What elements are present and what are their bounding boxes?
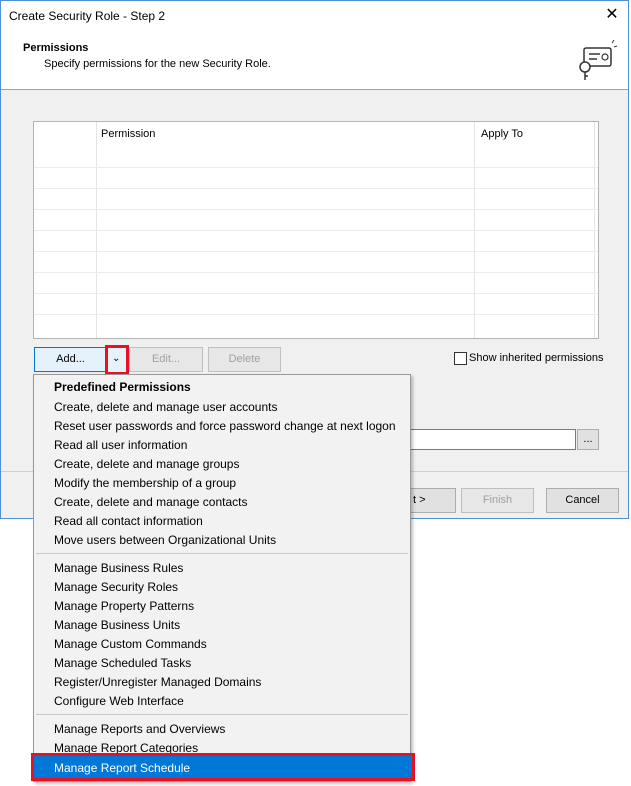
- close-icon[interactable]: ✕: [602, 5, 622, 25]
- permissions-grid[interactable]: Permission Apply To: [33, 121, 599, 339]
- finish-button[interactable]: Finish: [461, 488, 534, 513]
- menu-item[interactable]: Manage Property Patterns: [54, 599, 194, 613]
- grid-header: Permission Apply To: [34, 122, 598, 146]
- menu-item[interactable]: Move users between Organizational Units: [54, 533, 276, 547]
- edit-button[interactable]: Edit...: [129, 347, 203, 372]
- add-dropdown-menu: Predefined Permissions Create, delete an…: [33, 374, 411, 782]
- row-divider: [34, 209, 598, 210]
- menu-item[interactable]: Reset user passwords and force password …: [54, 419, 396, 433]
- add-dropdown-button[interactable]: ⌄: [105, 345, 129, 375]
- menu-separator: [36, 553, 408, 554]
- page-subtitle: Specify permissions for the new Security…: [44, 58, 271, 70]
- menu-item[interactable]: Manage Reports and Overviews: [54, 722, 225, 736]
- security-certificate-icon: [579, 39, 618, 80]
- title-bar: Create Security Role - Step 2 ✕: [1, 1, 628, 31]
- menu-heading: Predefined Permissions: [54, 380, 191, 394]
- delete-button[interactable]: Delete: [208, 347, 281, 372]
- menu-item[interactable]: Create, delete and manage user accounts: [54, 400, 277, 414]
- row-divider: [34, 188, 598, 189]
- menu-item[interactable]: Read all contact information: [54, 514, 203, 528]
- show-inherited-label: Show inherited permissions: [469, 352, 604, 364]
- menu-item[interactable]: Manage Scheduled Tasks: [54, 656, 191, 670]
- row-divider: [34, 272, 598, 273]
- wizard-header: Permissions Specify permissions for the …: [1, 31, 628, 90]
- row-divider: [34, 314, 598, 315]
- row-divider: [34, 230, 598, 231]
- page-title: Permissions: [23, 42, 89, 54]
- column-header-apply-to[interactable]: Apply To: [481, 128, 523, 140]
- menu-item[interactable]: Manage Security Roles: [54, 580, 178, 594]
- menu-item[interactable]: Create, delete and manage groups: [54, 457, 239, 471]
- row-divider: [34, 251, 598, 252]
- window-title: Create Security Role - Step 2: [9, 9, 166, 23]
- chevron-down-icon: ⌄: [112, 353, 121, 364]
- cancel-button[interactable]: Cancel: [546, 488, 619, 513]
- browse-button[interactable]: ...: [577, 429, 599, 450]
- menu-item[interactable]: Manage Business Units: [54, 618, 180, 632]
- menu-item[interactable]: Create, delete and manage contacts: [54, 495, 247, 509]
- menu-item-manage-report-schedule[interactable]: Manage Report Schedule: [31, 753, 415, 781]
- row-divider: [34, 293, 598, 294]
- text-field[interactable]: [399, 429, 576, 450]
- menu-item[interactable]: Manage Business Rules: [54, 561, 183, 575]
- menu-item-label: Manage Report Schedule: [54, 761, 191, 775]
- menu-item[interactable]: Configure Web Interface: [54, 694, 184, 708]
- menu-item[interactable]: Read all user information: [54, 438, 187, 452]
- menu-item[interactable]: Manage Custom Commands: [54, 637, 207, 651]
- add-button[interactable]: Add...: [34, 347, 107, 372]
- menu-separator: [36, 714, 408, 715]
- menu-item[interactable]: Register/Unregister Managed Domains: [54, 675, 261, 689]
- show-inherited-checkbox[interactable]: [454, 352, 467, 365]
- menu-item[interactable]: Modify the membership of a group: [54, 476, 236, 490]
- column-header-permission[interactable]: Permission: [101, 128, 155, 140]
- row-divider: [34, 167, 598, 168]
